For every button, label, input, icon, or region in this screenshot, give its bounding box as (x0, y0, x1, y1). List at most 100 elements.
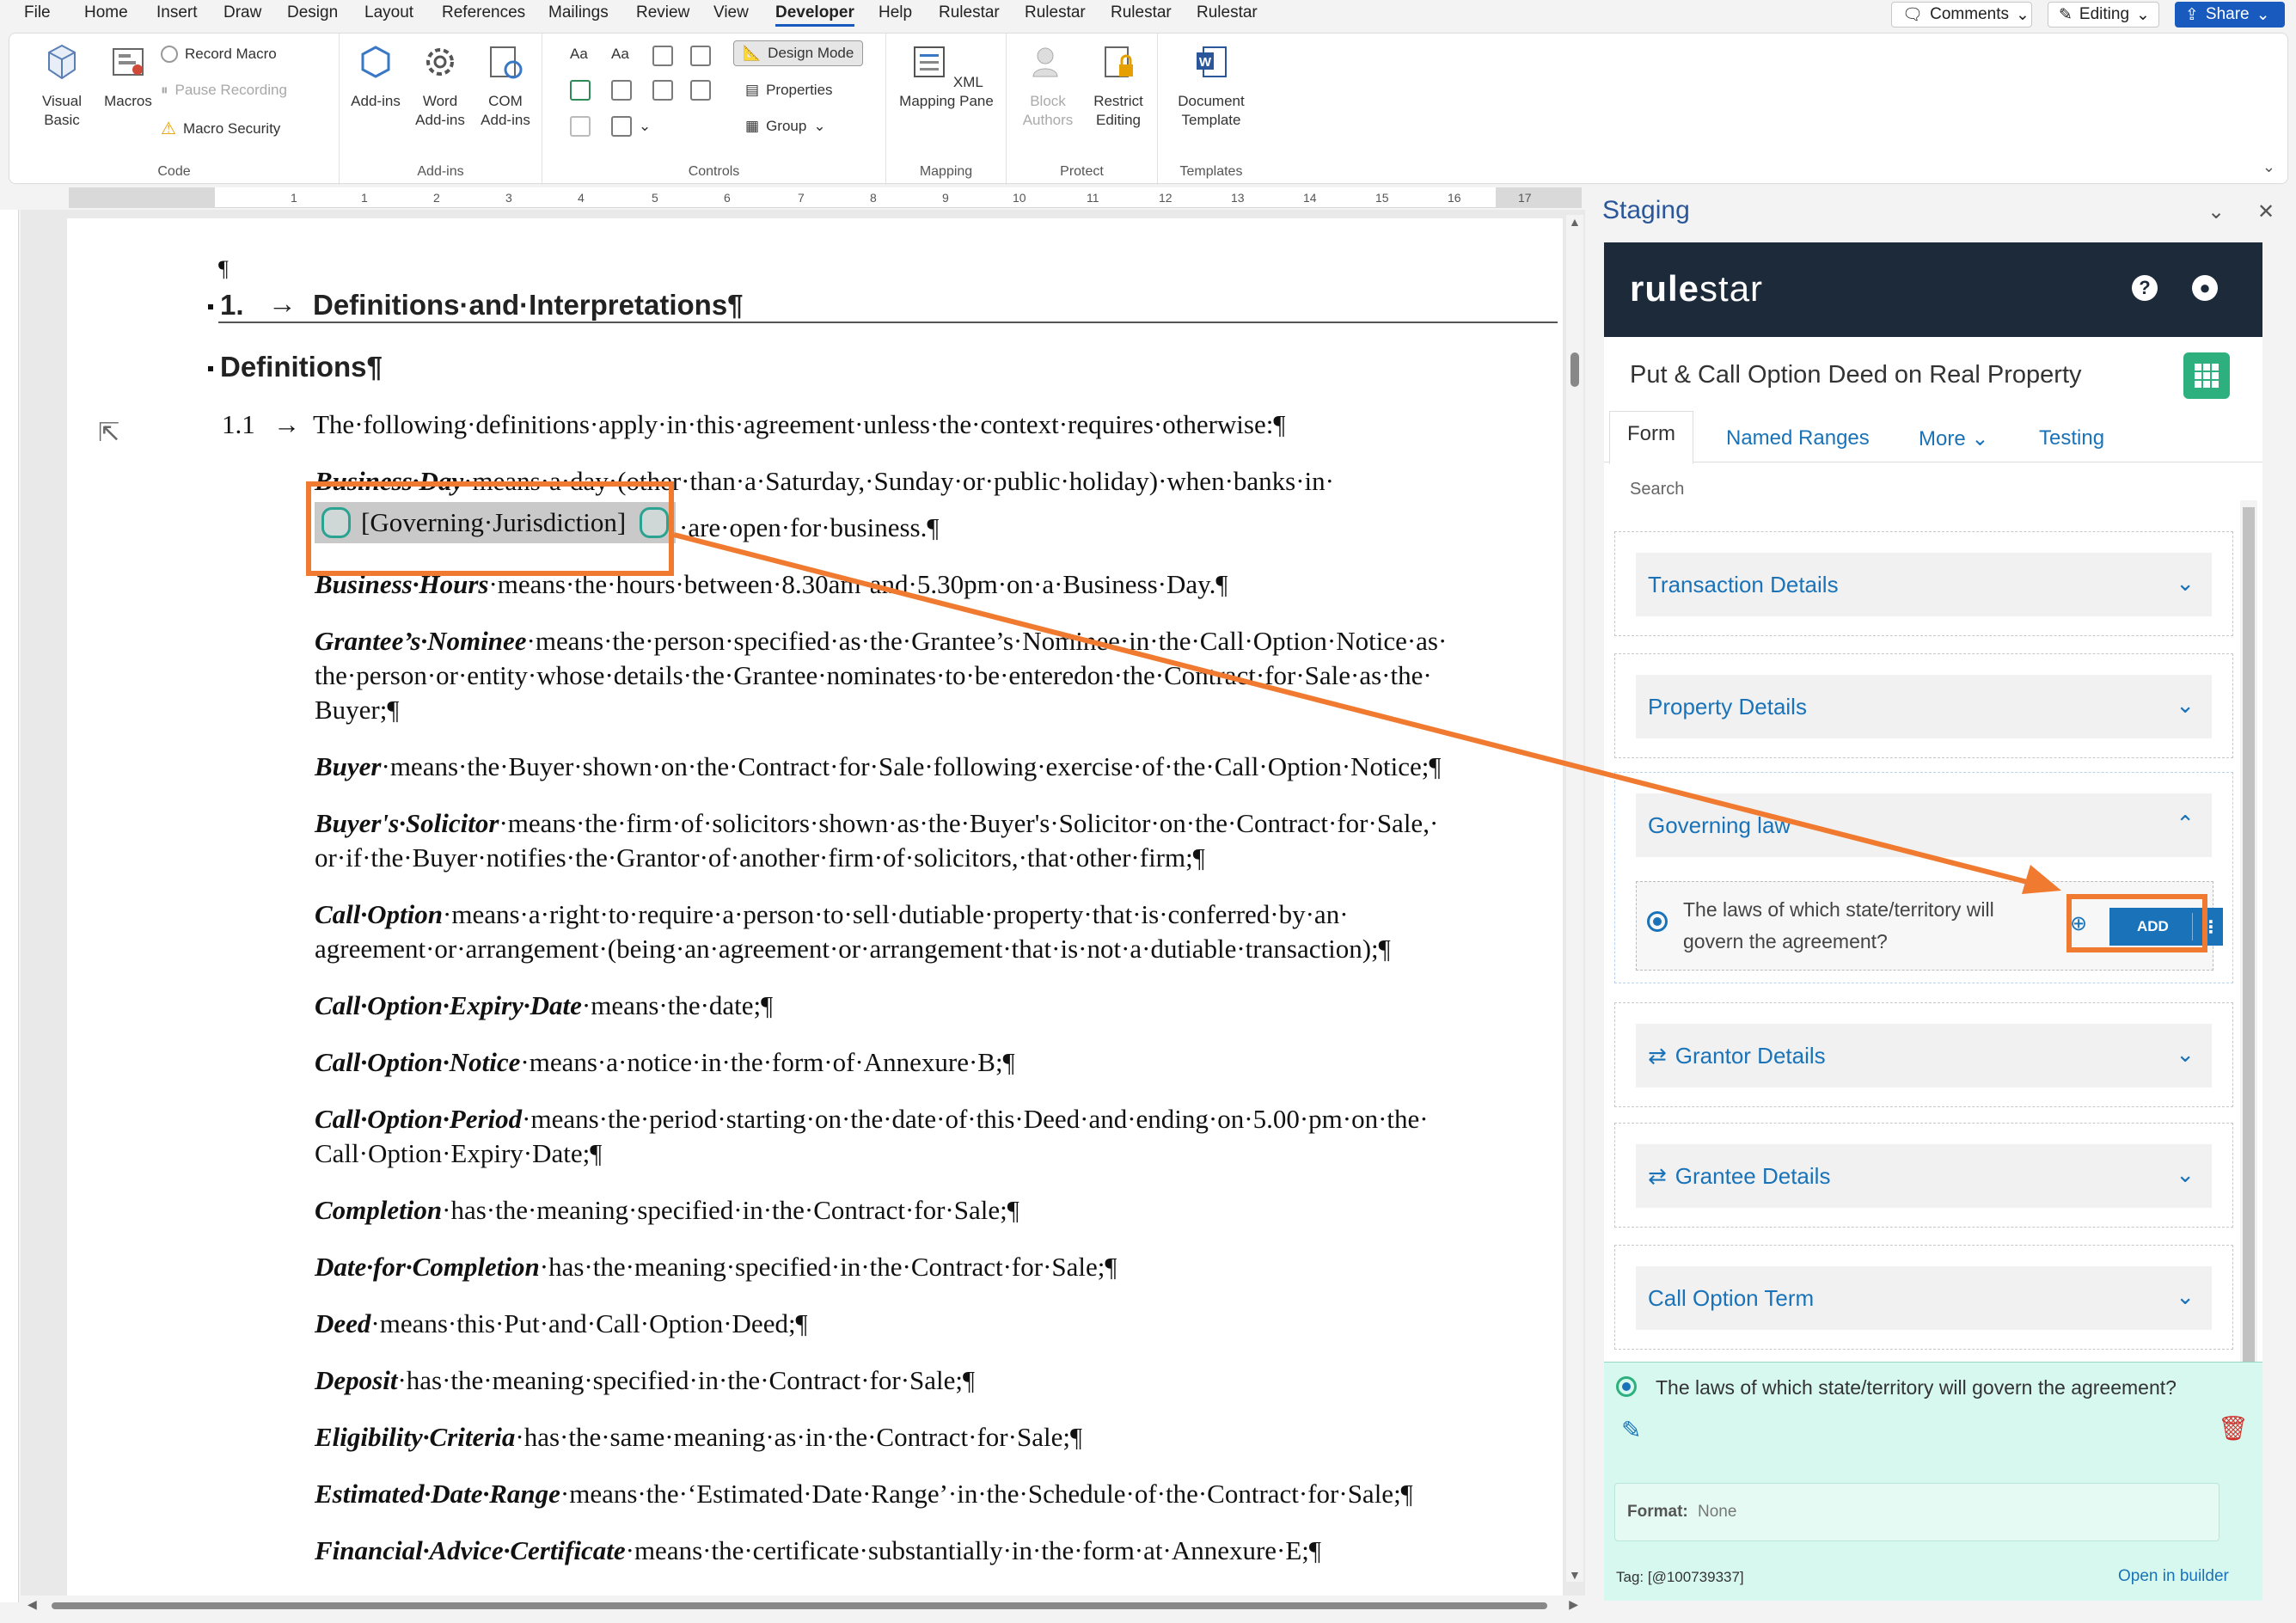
tab-layout[interactable]: Layout (364, 3, 413, 22)
date-picker-icon[interactable] (690, 80, 711, 101)
picture-control-icon[interactable] (652, 46, 673, 66)
repeating-section-icon[interactable] (570, 116, 591, 137)
tab-rulestar-4[interactable]: Rulestar (1197, 3, 1258, 22)
definition-grantees-nominee: Grantee’s·Nominee·means·the·person·speci… (315, 626, 1447, 657)
dropdown-list-icon[interactable] (652, 80, 673, 101)
plain-text-control[interactable]: Aa (611, 46, 629, 63)
rich-text-control[interactable]: Aa (570, 46, 588, 63)
heading-rule (218, 322, 1558, 323)
macro-security-button[interactable]: ⚠ Macro Security (161, 118, 280, 139)
tab-mailings[interactable]: Mailings (548, 3, 609, 22)
tab-file[interactable]: File (24, 3, 51, 22)
tab-testing[interactable]: Testing (2039, 426, 2104, 450)
com-addins-button[interactable]: COM Add-ins (475, 42, 536, 130)
tab-home[interactable]: Home (84, 3, 128, 22)
tab-more[interactable]: More ⌄ (1919, 426, 1988, 451)
visual-basic-button[interactable]: Visual Basic (23, 42, 101, 130)
scrollbar-thumb[interactable] (52, 1602, 1547, 1609)
document-template-button[interactable]: W Document Template (1165, 42, 1258, 130)
heading-number: 1. (220, 289, 244, 321)
checkbox-control-icon[interactable] (570, 80, 591, 101)
word-addins-button[interactable]: Word Add-ins (410, 42, 470, 130)
paragraph-bullet (208, 366, 213, 371)
vertical-ruler[interactable] (0, 210, 19, 1602)
tab-design[interactable]: Design (287, 3, 338, 22)
document-page[interactable]: ¶ 1. → Definitions·and·Interpretations¶ … (67, 218, 1563, 1602)
section-property-details[interactable]: Property Details ⌄ (1614, 653, 2233, 758)
radio-icon[interactable] (1647, 911, 1668, 932)
visual-basic-label: Visual Basic (42, 93, 82, 128)
section-header[interactable]: ⇄ Grantor Details ⌄ (1636, 1024, 2212, 1087)
record-macro-button[interactable]: Record Macro (161, 46, 277, 63)
subheading-definitions: Definitions¶ (220, 351, 383, 383)
chevron-down-icon[interactable]: ⌄ (2207, 199, 2225, 224)
format-box[interactable]: Format: None (1614, 1483, 2219, 1541)
section-label: ⇄ Grantee Details (1648, 1163, 1831, 1189)
ruler-number: 16 (1448, 191, 1461, 205)
trash-icon[interactable]: 🗑 (2218, 1414, 2249, 1442)
section-header[interactable]: ⇄ Grantee Details ⌄ (1636, 1144, 2212, 1208)
tab-draw[interactable]: Draw (223, 3, 261, 22)
definition-text: ·has·the·same·meaning·as·in·the·Contract… (515, 1422, 1082, 1452)
definition-text: Call·Option·Expiry·Date;¶ (315, 1138, 603, 1168)
block-authors-button: Block Authors (1015, 42, 1081, 130)
edit-pencil-icon[interactable]: ✎ (1621, 1416, 1641, 1444)
tab-help[interactable]: Help (879, 3, 912, 22)
section-transaction-details[interactable]: Transaction Details ⌄ (1614, 531, 2233, 636)
tab-named-ranges[interactable]: Named Ranges (1726, 426, 1870, 450)
definition-term: Call·Option·Period (315, 1104, 523, 1134)
document-horizontal-scrollbar[interactable]: ◀ ▶ (21, 1595, 1585, 1616)
search-input[interactable]: Search (1630, 480, 1684, 499)
help-icon[interactable]: ? (2132, 275, 2158, 301)
macros-button[interactable]: Macros (92, 42, 164, 111)
legacy-tools-icon[interactable]: ⌄ (611, 116, 651, 137)
share-button[interactable]: ⇪ Share ⌄ (2175, 2, 2285, 28)
properties-button[interactable]: ▤ Properties (745, 82, 833, 99)
close-icon[interactable]: ✕ (2257, 199, 2275, 224)
section-header[interactable]: Call Option Term ⌄ (1636, 1266, 2212, 1330)
definition-deed: Deed·means·this·Put·and·Call·Option·Deed… (315, 1308, 808, 1339)
tab-view[interactable]: View (713, 3, 749, 22)
addins-button[interactable]: Add-ins (350, 42, 401, 111)
section-header[interactable]: Transaction Details ⌄ (1636, 553, 2212, 616)
document-vertical-scrollbar[interactable]: ▲ ▼ (1566, 215, 1583, 1582)
tab-references[interactable]: References (442, 3, 525, 22)
pencil-icon: ✎ (2059, 5, 2073, 24)
group-button[interactable]: ▦ Group ⌄ (745, 118, 826, 135)
editing-button[interactable]: ✎ Editing ⌄ (2048, 2, 2159, 28)
restrict-editing-button[interactable]: Restrict Editing (1086, 42, 1151, 130)
open-in-builder-link[interactable]: Open in builder (2118, 1567, 2229, 1586)
design-mode-button[interactable]: 📐 Design Mode (733, 40, 864, 66)
combo-box-icon[interactable] (611, 80, 632, 101)
scroll-left-icon[interactable]: ◀ (28, 1597, 37, 1612)
tab-form[interactable]: Form (1609, 411, 1693, 464)
apps-grid-button[interactable] (2183, 352, 2230, 399)
tab-rulestar-2[interactable]: Rulestar (1025, 3, 1086, 22)
scroll-up-icon[interactable]: ▲ (1569, 215, 1581, 229)
section-header[interactable]: Property Details ⌄ (1636, 675, 2212, 738)
building-block-icon[interactable] (690, 46, 711, 66)
collapse-ribbon-icon[interactable]: ⌄ (2262, 158, 2275, 176)
definition-term: Date·for·Completion (315, 1252, 540, 1282)
section-grantee-details[interactable]: ⇄ Grantee Details ⌄ (1614, 1123, 2233, 1228)
comments-button[interactable]: 🗨 Comments ⌄ (1891, 2, 2032, 28)
controls-group-label: Controls (688, 164, 740, 179)
section-grantor-details[interactable]: ⇄ Grantor Details ⌄ (1614, 1002, 2233, 1107)
scrollbar-thumb[interactable] (2243, 507, 2255, 1487)
xml-mapping-pane-button[interactable]: XML Mapping Pane (895, 42, 998, 111)
tab-insert[interactable]: Insert (156, 3, 198, 22)
chevron-down-icon: ⌄ (2176, 570, 2195, 596)
user-icon[interactable]: ● (2192, 275, 2218, 301)
scroll-down-icon[interactable]: ▼ (1569, 1568, 1581, 1582)
section-header[interactable]: Governing law ⌃ (1636, 793, 2212, 857)
tab-developer[interactable]: Developer (775, 3, 854, 27)
definition-text: ·has·the·meaning·specified·in·the·Contra… (442, 1195, 1019, 1225)
scrollbar-thumb[interactable] (1570, 352, 1579, 387)
scroll-right-icon[interactable]: ▶ (1569, 1597, 1578, 1612)
tab-rulestar-3[interactable]: Rulestar (1111, 3, 1172, 22)
section-call-option-term[interactable]: Call Option Term ⌄ (1614, 1245, 2233, 1350)
tab-review[interactable]: Review (636, 3, 689, 22)
chevron-down-icon: ⌄ (813, 118, 826, 134)
horizontal-ruler[interactable]: 1 1 2 3 4 5 6 7 8 9 10 11 12 13 14 15 16… (69, 187, 1582, 208)
tab-rulestar-1[interactable]: Rulestar (939, 3, 1000, 22)
